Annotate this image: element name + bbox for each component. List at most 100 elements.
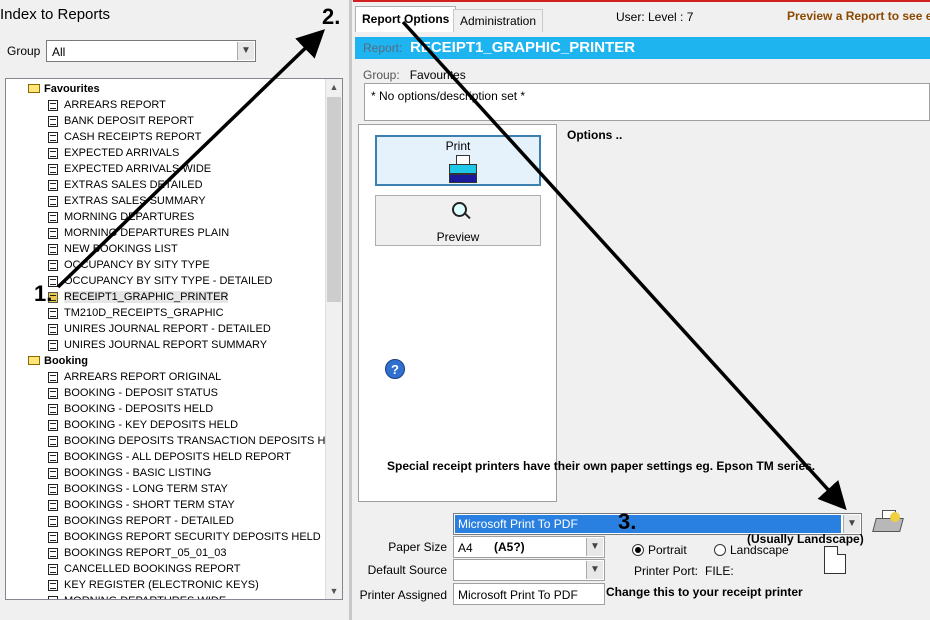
document-icon [824, 546, 846, 574]
tree-item[interactable]: BOOKING - KEY DEPOSITS HELD [6, 417, 326, 433]
tree-label: BOOKINGS REPORT_05_01_03 [64, 547, 227, 559]
report-icon [48, 548, 58, 559]
chevron-down-icon[interactable]: ▼ [843, 515, 860, 533]
tree-item[interactable]: UNIRES JOURNAL REPORT - DETAILED [6, 321, 326, 337]
tree-label: BOOKINGS - LONG TERM STAY [64, 483, 228, 495]
report-tree[interactable]: Favourites ARREARS REPORT BANK DEPOSIT REP… [5, 78, 343, 600]
printer-settings-icon[interactable] [872, 508, 906, 538]
print-button[interactable]: Print [375, 135, 541, 186]
preview-hint: Preview a Report to see e [787, 9, 930, 23]
report-tree-list: Favourites ARREARS REPORT BANK DEPOSIT REP… [6, 81, 342, 599]
report-icon [48, 596, 58, 599]
tree-item[interactable]: TM210D_RECEIPTS_GRAPHIC [6, 305, 326, 321]
report-icon [48, 244, 58, 255]
action-panel: Print Preview ? [358, 124, 557, 502]
chevron-down-icon[interactable]: ▼ [586, 561, 603, 579]
portrait-radio[interactable] [632, 544, 644, 556]
tree-label: OCCUPANCY BY SITY TYPE [64, 259, 210, 271]
printer-port-label: Printer Port: [634, 564, 699, 578]
scrollbar-thumb[interactable] [327, 97, 341, 302]
tree-item[interactable]: EXPECTED ARRIVALS WIDE [6, 161, 326, 177]
tree-folder[interactable]: Booking [6, 353, 326, 369]
default-source-label: Default Source [367, 563, 447, 577]
tree-item[interactable]: BOOKINGS - BASIC LISTING [6, 465, 326, 481]
tree-label: MORNING DEPARTURES WIDE [64, 595, 226, 599]
tree-item[interactable]: BOOKINGS - ALL DEPOSITS HELD REPORT [6, 449, 326, 465]
scroll-up-icon[interactable]: ▲ [326, 79, 342, 95]
tree-item[interactable]: CANCELLED BOOKINGS REPORT [6, 561, 326, 577]
group-label: Group [7, 44, 41, 58]
tree-item[interactable]: BOOKINGS REPORT_05_01_03 [6, 545, 326, 561]
tab-administration[interactable]: Administration [453, 9, 544, 32]
tree-label: CANCELLED BOOKINGS REPORT [64, 563, 241, 575]
magnifier-icon [452, 202, 467, 217]
tree-item[interactable]: KEY REGISTER (ELECTRONIC KEYS) [6, 577, 326, 593]
tree-item[interactable]: MORNING DEPARTURES PLAIN [6, 225, 326, 241]
tab-report-options[interactable]: Report Options [355, 6, 457, 32]
tree-item[interactable]: EXTRAS SALES DETAILED [6, 177, 326, 193]
tree-item[interactable]: MORNING DEPARTURES [6, 209, 326, 225]
tree-item[interactable]: ARREARS REPORT ORIGINAL [6, 369, 326, 385]
report-icon [48, 500, 58, 511]
printer-assigned-field[interactable]: Microsoft Print To PDF [453, 583, 605, 605]
report-icon [48, 148, 58, 159]
tree-item[interactable]: UNIRES JOURNAL REPORT SUMMARY [6, 337, 326, 353]
tree-item[interactable]: BOOKING DEPOSITS TRANSACTION DEPOSITS HE… [6, 433, 342, 449]
tree-item[interactable]: OCCUPANCY BY SITY TYPE - DETAILED [6, 273, 326, 289]
help-icon[interactable]: ? [385, 359, 405, 379]
report-icon [48, 532, 58, 543]
tree-item[interactable]: EXTRAS SALES SUMMARY [6, 193, 326, 209]
tree-item[interactable]: OCCUPANCY BY SITY TYPE [6, 257, 326, 273]
tree-label: ARREARS REPORT ORIGINAL [64, 371, 222, 383]
tree-folder[interactable]: Favourites [6, 81, 326, 97]
report-group-key: Group: [363, 68, 400, 82]
tree-item[interactable]: ARREARS REPORT [6, 97, 326, 113]
tree-item[interactable]: CASH RECEIPTS REPORT [6, 129, 326, 145]
printer-assigned-value: Microsoft Print To PDF [458, 588, 578, 602]
options-label: Options .. [567, 128, 623, 142]
tree-item[interactable]: NEW BOOKINGS LIST [6, 241, 326, 257]
panel-splitter[interactable] [349, 0, 352, 620]
tree-label: BOOKING - DEPOSITS HELD [64, 403, 214, 415]
report-group-value: Favourites [409, 68, 466, 82]
tree-label: UNIRES JOURNAL REPORT SUMMARY [64, 339, 268, 351]
default-source-select[interactable]: ▼ [453, 559, 605, 581]
report-icon [48, 308, 58, 319]
tree-item[interactable]: BANK DEPOSIT REPORT [6, 113, 326, 129]
preview-label: Preview [436, 230, 480, 244]
index-title: Index to Reports [0, 6, 111, 23]
chevron-down-icon[interactable]: ▼ [586, 538, 603, 556]
printer-assigned-label: Printer Assigned [359, 588, 447, 602]
tree-item[interactable]: BOOKING - DEPOSIT STATUS [6, 385, 326, 401]
preview-button[interactable]: Preview [375, 195, 541, 246]
description-text: * No options/description set * [371, 89, 526, 103]
report-icon [48, 484, 58, 495]
tree-label: BANK DEPOSIT REPORT [64, 115, 194, 127]
tree-label: UNIRES JOURNAL REPORT - DETAILED [64, 323, 271, 335]
report-icon [48, 436, 58, 447]
report-icon [48, 180, 58, 191]
tree-item[interactable]: BOOKINGS - LONG TERM STAY [6, 481, 326, 497]
paper-size-select[interactable]: A4 ▼ [453, 536, 605, 558]
folder-icon [28, 84, 40, 93]
group-select[interactable]: All ▼ [46, 40, 256, 62]
tree-scrollbar[interactable]: ▲ ▼ [325, 79, 342, 599]
tree-label: CASH RECEIPTS REPORT [64, 131, 202, 143]
tree-item[interactable]: EXPECTED ARRIVALS [6, 145, 326, 161]
tree-item[interactable]: BOOKING - DEPOSITS HELD [6, 401, 326, 417]
tree-label: ARREARS REPORT [64, 99, 166, 111]
chevron-down-icon[interactable]: ▼ [237, 42, 254, 60]
landscape-radio[interactable] [714, 544, 726, 556]
description-box: * No options/description set * [364, 83, 930, 121]
tree-item[interactable]: MORNING DEPARTURES WIDE [6, 593, 326, 599]
scroll-down-icon[interactable]: ▼ [326, 583, 342, 599]
report-icon [48, 420, 58, 431]
tree-item[interactable]: BOOKINGS REPORT - DETAILED [6, 513, 326, 529]
report-icon [48, 580, 58, 591]
tree-item[interactable]: BOOKINGS - SHORT TERM STAY [6, 497, 326, 513]
tree-item[interactable]: BOOKINGS REPORT SECURITY DEPOSITS HELD [6, 529, 326, 545]
tree-label: EXTRAS SALES SUMMARY [64, 195, 206, 207]
tree-item[interactable]: RECEIPT1_GRAPHIC_PRINTER [6, 289, 326, 305]
tree-label: BOOKING DEPOSITS TRANSACTION DEPOSITS HE… [64, 435, 343, 447]
group-select-value: All [52, 45, 66, 59]
